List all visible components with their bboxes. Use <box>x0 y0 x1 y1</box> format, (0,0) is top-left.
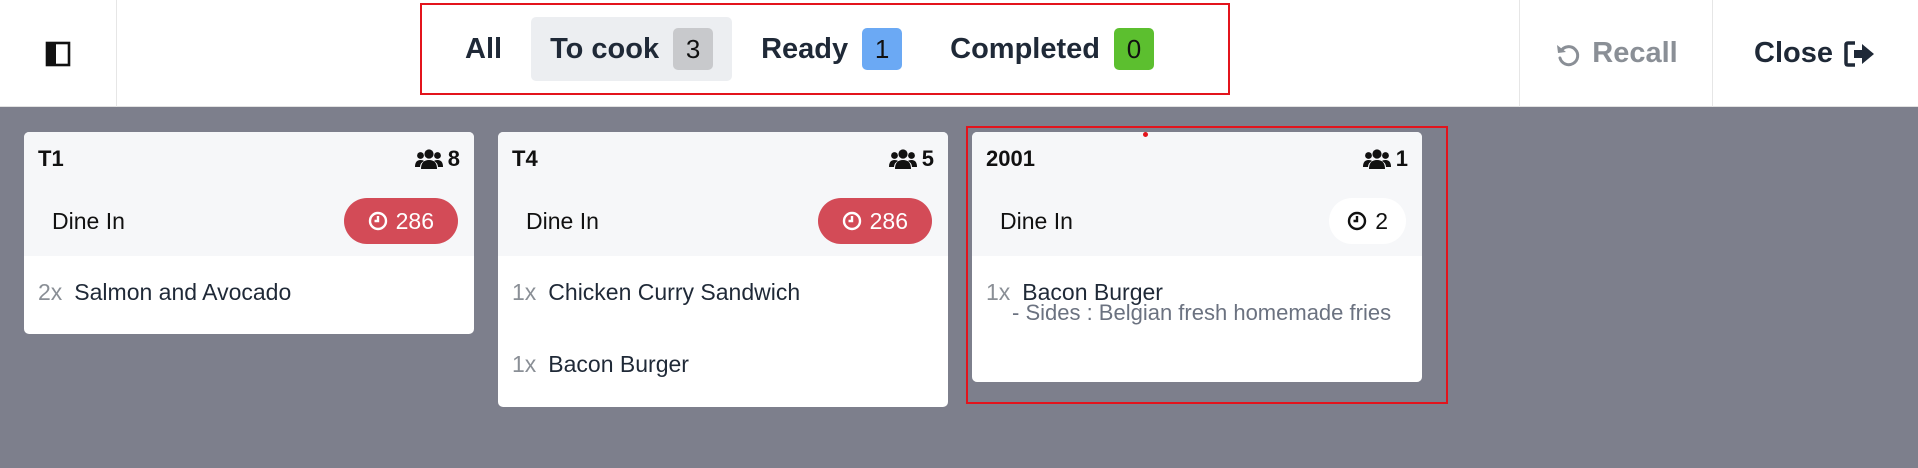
clock-icon <box>1348 211 1367 231</box>
sidebar-toggle-icon <box>45 41 71 66</box>
guest-count-value: 1 <box>1395 146 1408 171</box>
table-name: T1 <box>38 146 64 171</box>
undo-icon <box>1557 44 1580 66</box>
order-card-header: T4 5 <box>498 132 948 186</box>
tab-all-label: All <box>465 32 503 65</box>
line-quantity: 1x <box>986 278 1011 305</box>
sign-out-icon <box>1844 40 1874 67</box>
line-quantity: 1x <box>512 278 537 305</box>
tab-completed[interactable]: Completed 0 <box>931 17 1173 81</box>
order-type-row: Dine In 2 <box>972 186 1422 256</box>
clock-icon <box>842 211 861 231</box>
order-card-t1[interactable]: T1 8 Dine In 286 2x Salmon and Avocado <box>24 132 474 334</box>
timer-value: 286 <box>395 207 434 234</box>
clock-icon <box>368 211 387 231</box>
order-type: Dine In <box>526 207 599 234</box>
timer-value: 286 <box>869 207 908 234</box>
guest-count: 5 <box>888 146 934 172</box>
line-product: Chicken Curry Sandwich <box>548 278 801 305</box>
order-card-header: 2001 1 <box>972 132 1422 186</box>
order-timer: 286 <box>343 198 458 244</box>
order-type: Dine In <box>52 207 125 234</box>
line-note: - Sides : Belgian fresh homemade fries <box>1012 300 1392 325</box>
order-timer: 2 <box>1329 198 1406 244</box>
order-type-row: Dine In 286 <box>498 186 948 256</box>
order-type: Dine In <box>1000 207 1073 234</box>
highlight-dot <box>1143 132 1148 137</box>
close-label: Close <box>1754 37 1833 69</box>
ready-count-badge: 1 <box>862 28 903 70</box>
order-timer: 286 <box>817 198 932 244</box>
line-quantity: 2x <box>38 278 63 305</box>
to-cook-count-badge: 3 <box>673 28 714 70</box>
top-bar: All To cook 3 Ready 1 Completed 0 Recall… <box>0 0 1918 107</box>
tab-ready-label: Ready <box>761 32 849 65</box>
order-type-row: Dine In 286 <box>24 186 474 256</box>
tab-ready[interactable]: Ready 1 <box>742 17 921 81</box>
line-product: Salmon and Avocado <box>74 278 292 305</box>
tab-all[interactable]: All <box>446 17 521 81</box>
order-card-header: T1 8 <box>24 132 474 186</box>
guest-count-value: 5 <box>921 146 934 171</box>
timer-value: 2 <box>1375 207 1388 234</box>
users-icon <box>888 149 917 169</box>
guest-count: 1 <box>1362 146 1408 172</box>
order-line[interactable]: 1x Bacon Burger <box>498 328 948 400</box>
tab-to-cook-label: To cook <box>550 32 660 65</box>
line-product: Bacon Burger <box>548 350 689 377</box>
order-line[interactable]: 2x Salmon and Avocado <box>24 256 474 328</box>
guest-count-value: 8 <box>447 146 460 171</box>
tab-to-cook[interactable]: To cook 3 <box>531 17 733 81</box>
recall-label: Recall <box>1592 37 1678 69</box>
table-name: 2001 <box>986 146 1035 171</box>
order-card-2001[interactable]: 2001 1 Dine In 2 1x Bacon Burger - Sides… <box>972 132 1422 382</box>
tab-completed-label: Completed <box>950 32 1100 65</box>
users-icon <box>1362 149 1391 169</box>
close-button[interactable]: Close <box>1712 0 1918 107</box>
users-icon <box>414 149 443 169</box>
completed-count-badge: 0 <box>1113 28 1154 70</box>
order-line[interactable]: 1x Chicken Curry Sandwich <box>498 256 948 328</box>
sidebar-toggle-button[interactable] <box>0 0 117 107</box>
line-quantity: 1x <box>512 350 537 377</box>
status-filter-tabs: All To cook 3 Ready 1 Completed 0 <box>420 3 1230 95</box>
guest-count: 8 <box>414 146 460 172</box>
table-name: T4 <box>512 146 538 171</box>
order-card-t4[interactable]: T4 5 Dine In 286 1x Chicken Curry Sandwi… <box>498 132 948 407</box>
recall-button[interactable]: Recall <box>1519 0 1712 107</box>
